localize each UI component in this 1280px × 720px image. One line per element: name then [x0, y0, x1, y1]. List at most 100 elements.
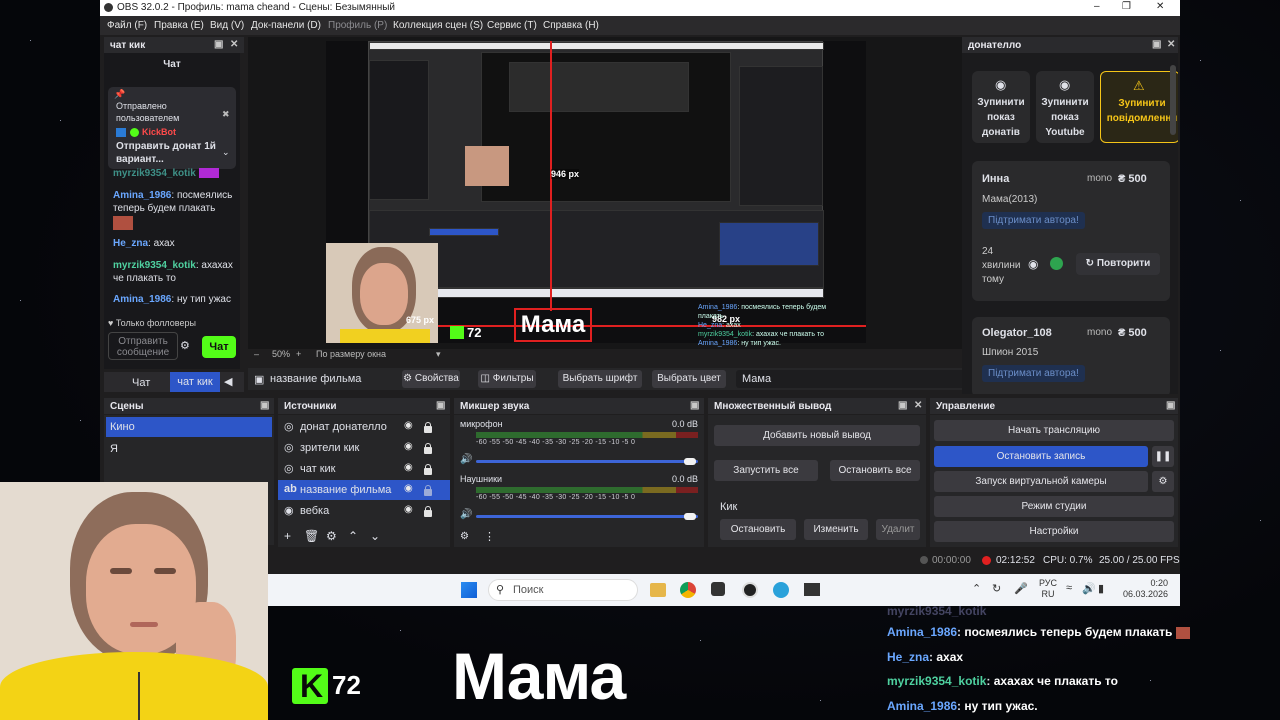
source-item[interactable]: ◎ чат кик ◉ [278, 459, 450, 479]
scene-item-kino[interactable]: Кино [106, 417, 272, 437]
clock[interactable]: 0:20 06.03.2026 [1118, 578, 1168, 600]
undock-icon[interactable]: ▣ [436, 400, 445, 411]
filters-button[interactable]: ◫ Фильтры [478, 370, 536, 388]
fit-dropdown-icon[interactable]: ▾ [436, 349, 441, 360]
unpin-icon[interactable]: ✖ [222, 109, 230, 120]
add-output-button[interactable]: Добавить новый вывод [714, 425, 920, 446]
advanced-audio-icon[interactable]: ⚙ [460, 531, 469, 542]
chrome-icon[interactable] [680, 582, 696, 598]
repeat-button[interactable]: ↻ Повторити [1076, 253, 1160, 275]
undock-icon[interactable]: ▣ [214, 39, 223, 50]
volume-icon[interactable]: 🔊 [460, 509, 472, 520]
minimize-icon[interactable]: – [1094, 1, 1100, 12]
properties-button[interactable]: ⚙ Свойства [402, 370, 460, 388]
chevron-down-icon[interactable]: ⌄ [222, 147, 230, 158]
telegram-icon[interactable] [773, 582, 789, 598]
headphones-volume-slider[interactable] [476, 515, 698, 518]
menu-file[interactable]: Файл (F) [107, 20, 147, 31]
support-link[interactable]: Підтримати автора! [982, 212, 1085, 229]
maximize-icon[interactable]: ❐ [1122, 1, 1131, 12]
tab-kick-chat[interactable]: чат кик [170, 372, 220, 392]
zoom-in-icon[interactable]: + [296, 349, 301, 359]
preview-canvas[interactable]: 946 px 675 px 72 Мама 982 px Amina_1986:… [326, 41, 866, 347]
close-dock-icon[interactable]: ✕ [230, 39, 238, 50]
more-vert-icon[interactable]: ⋮ [484, 530, 495, 543]
tab-chat[interactable]: Чат [132, 377, 150, 389]
menu-help[interactable]: Справка (H) [543, 20, 599, 31]
undock-icon[interactable]: ▣ [1152, 39, 1161, 50]
eye-icon[interactable]: ◉ [404, 441, 413, 452]
delete-output-button[interactable]: Удалит [876, 519, 920, 540]
studio-mode-button[interactable]: Режим студии [934, 496, 1174, 517]
wifi-icon[interactable]: ≈ [1066, 582, 1072, 594]
lock-icon[interactable] [424, 464, 432, 475]
stop-messages-button[interactable]: ⚠ Зупинити повідомлення [1100, 71, 1178, 143]
menu-edit[interactable]: Правка (E) [154, 20, 204, 31]
menu-view[interactable]: Вид (V) [210, 20, 244, 31]
undock-icon[interactable]: ▣ [898, 400, 907, 411]
close-dock-icon[interactable]: ✕ [1167, 39, 1175, 50]
speaker-icon[interactable]: 🔊 [1082, 582, 1096, 595]
title-source-bbox[interactable]: Мама [514, 308, 592, 342]
source-item[interactable]: ◎ донат донателло ◉ [278, 417, 450, 437]
undock-icon[interactable]: ▣ [260, 400, 269, 411]
gear-icon[interactable]: ⚙ [180, 339, 190, 352]
language-indicator[interactable]: РУС RU [1036, 578, 1060, 600]
eye-icon[interactable]: ◉ [404, 483, 413, 494]
support-link[interactable]: Підтримати автора! [982, 365, 1085, 382]
mic-icon[interactable]: 🎤 [1014, 582, 1028, 595]
add-icon[interactable]: + [284, 529, 291, 543]
eye-icon[interactable]: ◉ [404, 420, 413, 431]
mic-volume-knob[interactable] [684, 458, 696, 465]
zoom-out-icon[interactable]: – [254, 349, 259, 359]
trash-icon[interactable]: 🗑 [304, 529, 319, 543]
undock-icon[interactable]: ▣ [690, 400, 699, 411]
close-dock-icon[interactable]: ✕ [914, 400, 922, 411]
mic-volume-slider[interactable] [476, 460, 698, 463]
preview-area[interactable]: 946 px 675 px 72 Мама 982 px Amina_1986:… [248, 37, 1043, 359]
chat-input[interactable]: Отправить сообщение [108, 332, 178, 360]
volume-icon[interactable]: 🔊 [460, 454, 472, 465]
lock-icon[interactable] [424, 422, 432, 433]
sync-icon[interactable]: ↻ [992, 582, 1001, 595]
chevron-up-icon[interactable]: ⌃ [972, 582, 981, 595]
eye-icon[interactable]: ◉ [404, 462, 413, 473]
stop-youtube-button[interactable]: ◉ Зупинити показ Youtube [1036, 71, 1094, 143]
select-color-button[interactable]: Выбрать цвет [652, 370, 726, 388]
obs-taskbar-icon[interactable] [742, 582, 758, 598]
edit-output-button[interactable]: Изменить [804, 519, 868, 540]
select-font-button[interactable]: Выбрать шрифт [558, 370, 642, 388]
windows-start-icon[interactable] [461, 582, 477, 598]
send-chat-button[interactable]: Чат [202, 336, 236, 358]
pause-icon[interactable]: ❚❚ [1152, 446, 1174, 467]
source-item-selected[interactable]: ab название фильма ◉ [278, 480, 450, 500]
menu-tools[interactable]: Сервис (T) [487, 20, 537, 31]
lock-icon[interactable] [424, 443, 432, 454]
source-item[interactable]: ◉ вебка ◉ [278, 501, 450, 521]
menu-scene-collection[interactable]: Коллекция сцен (S) [393, 20, 483, 31]
lock-icon[interactable] [424, 506, 432, 517]
eye-icon[interactable]: ◉ [1028, 257, 1038, 271]
battery-icon[interactable]: ▮ [1098, 582, 1104, 595]
close-icon[interactable]: ✕ [1156, 1, 1164, 12]
source-item[interactable]: ◎ зрители кик ◉ [278, 438, 450, 458]
headphones-volume-knob[interactable] [684, 513, 696, 520]
lock-icon[interactable] [424, 485, 432, 496]
settings-button[interactable]: Настройки [934, 521, 1174, 542]
move-down-icon[interactable]: ⌄ [370, 529, 380, 543]
app-icon[interactable] [711, 582, 725, 596]
stop-donations-button[interactable]: ◉ Зупинити показ донатів [972, 71, 1030, 143]
folder-icon[interactable] [650, 583, 666, 597]
scene-item-ya[interactable]: Я [104, 439, 274, 459]
gear-icon[interactable]: ⚙ [1152, 471, 1174, 492]
fit-mode[interactable]: По размеру окна [316, 349, 386, 359]
stop-output-button[interactable]: Остановить [720, 519, 796, 540]
start-stream-button[interactable]: Начать трансляцию [934, 420, 1174, 441]
virtual-camera-button[interactable]: Запуск виртуальной камеры [934, 471, 1148, 492]
move-up-icon[interactable]: ⌃ [348, 529, 358, 543]
stop-record-button[interactable]: Остановить запись [934, 446, 1148, 467]
gear-icon[interactable]: ⚙ [326, 529, 337, 543]
undock-icon[interactable]: ▣ [1166, 400, 1175, 411]
scrollbar[interactable] [1170, 65, 1176, 135]
stop-all-button[interactable]: Остановить все [830, 460, 920, 481]
